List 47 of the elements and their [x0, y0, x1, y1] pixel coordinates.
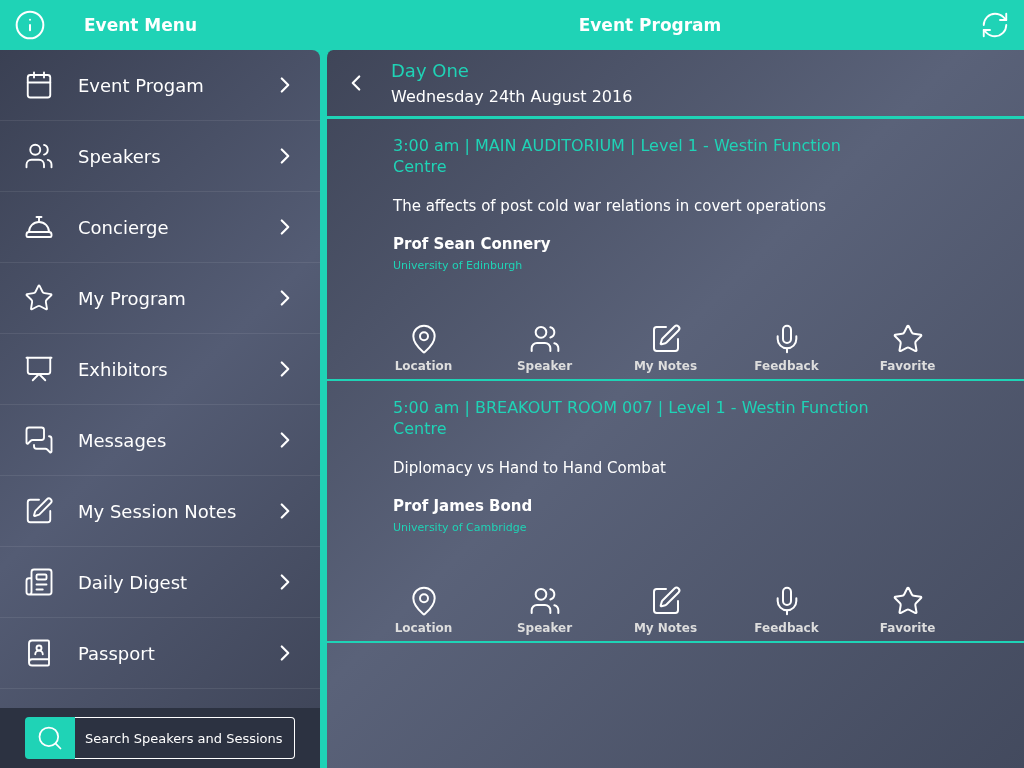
speaker-affiliation: University of Edinburgh	[393, 259, 524, 272]
easel-icon	[24, 354, 54, 384]
people-icon	[24, 141, 54, 171]
session-location: 5:00 am | BREAKOUT ROOM 007 | Level 1 - Westin Function Centre	[393, 397, 870, 439]
menu-item[interactable]: Event Progam	[0, 50, 320, 121]
menu-item[interactable]: Messages	[0, 405, 320, 476]
note-icon	[24, 496, 54, 526]
action-button[interactable]: My Notes	[605, 585, 726, 635]
menu-item[interactable]: Speakers	[0, 121, 320, 192]
action-button[interactable]: Feedback	[726, 323, 847, 373]
action-button[interactable]: Feedback	[726, 585, 847, 635]
menu-title: Event Menu	[84, 15, 198, 35]
refresh-icon[interactable]	[980, 10, 1010, 40]
day-title: Day One	[391, 60, 470, 81]
menu-item[interactable]: Concierge	[0, 192, 320, 263]
speaker-name: Prof Sean Connery	[393, 235, 552, 253]
action-button[interactable]: Speaker	[484, 323, 605, 373]
action-button[interactable]: Location	[363, 323, 484, 373]
newspaper-icon	[24, 567, 54, 597]
people-icon	[528, 585, 561, 617]
menu-item[interactable]: My Session Notes	[0, 476, 320, 547]
star-icon	[891, 585, 924, 617]
day-date: Wednesday 24th August 2016	[391, 87, 633, 106]
search-field[interactable]: Search Speakers and Sessions	[75, 717, 295, 759]
action-button[interactable]: My Notes	[605, 323, 726, 373]
menu-item[interactable]: Passport	[0, 618, 320, 689]
speaker-name: Prof James Bond	[393, 497, 534, 515]
speaker-affiliation: University of Cambridge	[393, 521, 528, 534]
action-button[interactable]: Favorite	[847, 585, 968, 635]
search-icon	[36, 724, 64, 752]
session-title: The affects of post cold war relations in covert operations	[393, 197, 828, 215]
action-button[interactable]: Location	[363, 585, 484, 635]
action-button[interactable]: Favorite	[847, 323, 968, 373]
search-button[interactable]	[25, 717, 75, 759]
chat-icon	[24, 425, 54, 455]
menu-item[interactable]: Daily Digest	[0, 547, 320, 618]
star-icon	[891, 323, 924, 355]
session-location: 3:00 am | MAIN AUDITORIUM | Level 1 - Westin Function Centre	[393, 135, 842, 177]
star-icon	[24, 283, 54, 313]
page-title: Event Program	[578, 15, 722, 35]
people-icon	[528, 323, 561, 355]
menu-item[interactable]: Exhibitors	[0, 334, 320, 405]
info-icon[interactable]	[14, 9, 46, 41]
action-button[interactable]: Speaker	[484, 585, 605, 635]
menu-item[interactable]: My Program	[0, 263, 320, 334]
calendar-icon	[24, 70, 54, 100]
session-title: Diplomacy vs Hand to Hand Combat	[393, 459, 667, 477]
